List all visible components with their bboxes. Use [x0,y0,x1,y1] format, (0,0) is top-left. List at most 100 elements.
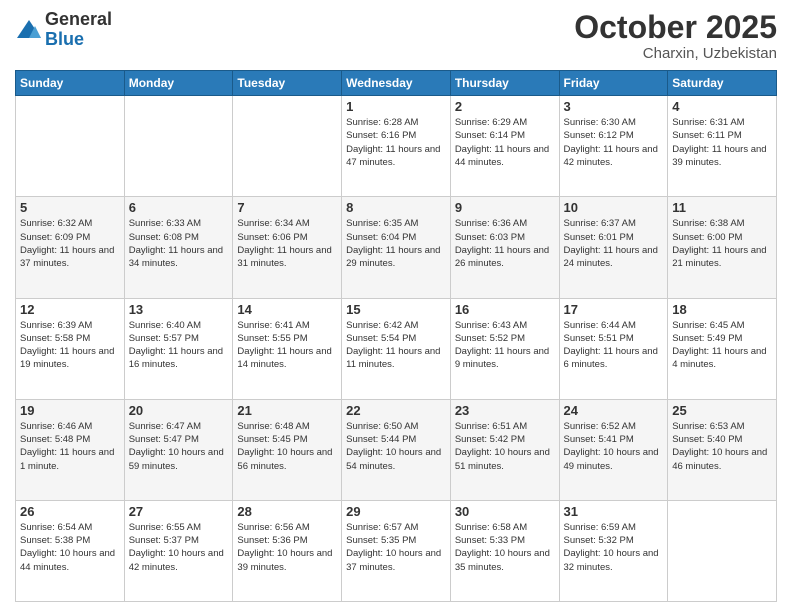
day-number: 8 [346,200,446,215]
calendar-cell: 2 Sunrise: 6:29 AM Sunset: 6:14 PM Daylig… [450,96,559,197]
day-info: Sunrise: 6:29 AM Sunset: 6:14 PM Dayligh… [455,116,555,169]
calendar-cell: 4 Sunrise: 6:31 AM Sunset: 6:11 PM Daylig… [668,96,777,197]
title-area: October 2025 Charxin, Uzbekistan [574,10,777,62]
calendar-cell: 22 Sunrise: 6:50 AM Sunset: 5:44 PM Dayli… [342,399,451,500]
calendar-cell: 31Sunrise: 6:59 AM Sunset: 5:32 PM Dayli… [559,500,668,601]
day-number: 9 [455,200,555,215]
day-info: Sunrise: 6:32 AM Sunset: 6:09 PM Dayligh… [20,217,120,270]
day-number: 21 [237,403,337,418]
calendar-day-header: Tuesday [233,71,342,96]
day-info: Sunrise: 6:37 AM Sunset: 6:01 PM Dayligh… [564,217,664,270]
calendar-header-row: SundayMondayTuesdayWednesdayThursdayFrid… [16,71,777,96]
day-info: Sunrise: 6:42 AM Sunset: 5:54 PM Dayligh… [346,319,446,372]
calendar-cell: 10 Sunrise: 6:37 AM Sunset: 6:01 PM Dayli… [559,197,668,298]
day-info: Sunrise: 6:51 AM Sunset: 5:42 PM Dayligh… [455,420,555,473]
calendar-cell [233,96,342,197]
calendar-cell: 25Sunrise: 6:53 AM Sunset: 5:40 PM Dayli… [668,399,777,500]
calendar-cell: 30Sunrise: 6:58 AM Sunset: 5:33 PM Dayli… [450,500,559,601]
calendar-cell: 1 Sunrise: 6:28 AM Sunset: 6:16 PM Daylig… [342,96,451,197]
day-number: 26 [20,504,120,519]
calendar-cell: 11Sunrise: 6:38 AM Sunset: 6:00 PM Dayli… [668,197,777,298]
day-info: Sunrise: 6:47 AM Sunset: 5:47 PM Dayligh… [129,420,229,473]
calendar-cell: 5Sunrise: 6:32 AM Sunset: 6:09 PM Daylig… [16,197,125,298]
day-info: Sunrise: 6:43 AM Sunset: 5:52 PM Dayligh… [455,319,555,372]
day-number: 2 [455,99,555,114]
day-info: Sunrise: 6:48 AM Sunset: 5:45 PM Dayligh… [237,420,337,473]
day-info: Sunrise: 6:31 AM Sunset: 6:11 PM Dayligh… [672,116,772,169]
logo-general: General [45,10,112,30]
day-number: 3 [564,99,664,114]
calendar-week-row: 26 Sunrise: 6:54 AM Sunset: 5:38 PM Dayli… [16,500,777,601]
calendar-cell [124,96,233,197]
day-number: 27 [129,504,229,519]
day-info: Sunrise: 6:54 AM Sunset: 5:38 PM Dayligh… [20,521,120,574]
calendar-cell [668,500,777,601]
day-number: 4 [672,99,772,114]
calendar-cell [16,96,125,197]
calendar-cell: 21 Sunrise: 6:48 AM Sunset: 5:45 PM Dayli… [233,399,342,500]
calendar-cell: 20Sunrise: 6:47 AM Sunset: 5:47 PM Dayli… [124,399,233,500]
calendar-cell: 29 Sunrise: 6:57 AM Sunset: 5:35 PM Dayli… [342,500,451,601]
calendar-day-header: Monday [124,71,233,96]
day-number: 15 [346,302,446,317]
calendar-cell: 3 Sunrise: 6:30 AM Sunset: 6:12 PM Daylig… [559,96,668,197]
day-info: Sunrise: 6:44 AM Sunset: 5:51 PM Dayligh… [564,319,664,372]
calendar-cell: 14 Sunrise: 6:41 AM Sunset: 5:55 PM Dayli… [233,298,342,399]
day-info: Sunrise: 6:38 AM Sunset: 6:00 PM Dayligh… [672,217,772,270]
day-number: 24 [564,403,664,418]
calendar-week-row: 5Sunrise: 6:32 AM Sunset: 6:09 PM Daylig… [16,197,777,298]
day-number: 6 [129,200,229,215]
day-number: 30 [455,504,555,519]
day-info: Sunrise: 6:30 AM Sunset: 6:12 PM Dayligh… [564,116,664,169]
day-info: Sunrise: 6:56 AM Sunset: 5:36 PM Dayligh… [237,521,337,574]
day-number: 1 [346,99,446,114]
page: General Blue October 2025 Charxin, Uzbek… [0,0,792,612]
day-info: Sunrise: 6:34 AM Sunset: 6:06 PM Dayligh… [237,217,337,270]
calendar-day-header: Saturday [668,71,777,96]
calendar-day-header: Friday [559,71,668,96]
day-info: Sunrise: 6:33 AM Sunset: 6:08 PM Dayligh… [129,217,229,270]
calendar-cell: 12Sunrise: 6:39 AM Sunset: 5:58 PM Dayli… [16,298,125,399]
month-title: October 2025 [574,10,777,45]
day-info: Sunrise: 6:52 AM Sunset: 5:41 PM Dayligh… [564,420,664,473]
calendar-cell: 27 Sunrise: 6:55 AM Sunset: 5:37 PM Dayli… [124,500,233,601]
day-number: 29 [346,504,446,519]
calendar-week-row: 19Sunrise: 6:46 AM Sunset: 5:48 PM Dayli… [16,399,777,500]
day-number: 10 [564,200,664,215]
calendar: SundayMondayTuesdayWednesdayThursdayFrid… [15,70,777,602]
header: General Blue October 2025 Charxin, Uzbek… [15,10,777,62]
day-info: Sunrise: 6:46 AM Sunset: 5:48 PM Dayligh… [20,420,120,473]
logo: General Blue [15,10,112,50]
logo-icon [15,16,43,44]
calendar-cell: 18Sunrise: 6:45 AM Sunset: 5:49 PM Dayli… [668,298,777,399]
day-number: 16 [455,302,555,317]
calendar-cell: 23 Sunrise: 6:51 AM Sunset: 5:42 PM Dayli… [450,399,559,500]
day-number: 28 [237,504,337,519]
calendar-cell: 15 Sunrise: 6:42 AM Sunset: 5:54 PM Dayli… [342,298,451,399]
calendar-cell: 24 Sunrise: 6:52 AM Sunset: 5:41 PM Dayli… [559,399,668,500]
day-info: Sunrise: 6:53 AM Sunset: 5:40 PM Dayligh… [672,420,772,473]
day-number: 23 [455,403,555,418]
day-info: Sunrise: 6:45 AM Sunset: 5:49 PM Dayligh… [672,319,772,372]
day-number: 31 [564,504,664,519]
calendar-cell: 7 Sunrise: 6:34 AM Sunset: 6:06 PM Daylig… [233,197,342,298]
calendar-week-row: 12Sunrise: 6:39 AM Sunset: 5:58 PM Dayli… [16,298,777,399]
day-info: Sunrise: 6:39 AM Sunset: 5:58 PM Dayligh… [20,319,120,372]
calendar-week-row: 1 Sunrise: 6:28 AM Sunset: 6:16 PM Daylig… [16,96,777,197]
calendar-cell: 16 Sunrise: 6:43 AM Sunset: 5:52 PM Dayli… [450,298,559,399]
day-info: Sunrise: 6:28 AM Sunset: 6:16 PM Dayligh… [346,116,446,169]
logo-blue: Blue [45,30,112,50]
day-info: Sunrise: 6:41 AM Sunset: 5:55 PM Dayligh… [237,319,337,372]
day-info: Sunrise: 6:50 AM Sunset: 5:44 PM Dayligh… [346,420,446,473]
calendar-cell: 28 Sunrise: 6:56 AM Sunset: 5:36 PM Dayli… [233,500,342,601]
calendar-cell: 19Sunrise: 6:46 AM Sunset: 5:48 PM Dayli… [16,399,125,500]
day-info: Sunrise: 6:57 AM Sunset: 5:35 PM Dayligh… [346,521,446,574]
day-info: Sunrise: 6:55 AM Sunset: 5:37 PM Dayligh… [129,521,229,574]
day-number: 14 [237,302,337,317]
day-info: Sunrise: 6:35 AM Sunset: 6:04 PM Dayligh… [346,217,446,270]
calendar-day-header: Sunday [16,71,125,96]
logo-text: General Blue [45,10,112,50]
calendar-cell: 8 Sunrise: 6:35 AM Sunset: 6:04 PM Daylig… [342,197,451,298]
day-number: 22 [346,403,446,418]
day-number: 7 [237,200,337,215]
